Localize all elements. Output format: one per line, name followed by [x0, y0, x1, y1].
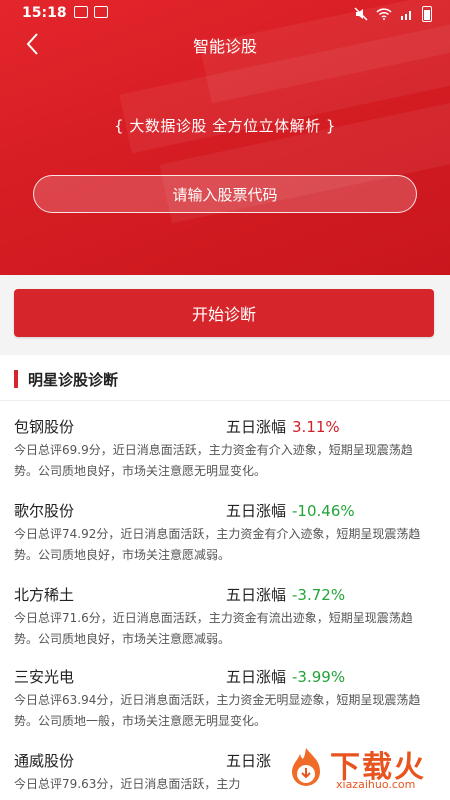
change-label: 五日涨幅 -10.46% — [226, 500, 355, 521]
flame-logo-icon — [292, 748, 320, 786]
status-bar: 15:18 — [0, 0, 450, 28]
wifi-icon — [376, 8, 392, 20]
watermark-url: xiazaihuo.com — [336, 778, 416, 791]
change-value: -10.46% — [292, 502, 355, 520]
change-label: 五日涨幅 3.11% — [226, 416, 340, 437]
section-title: 明星诊股诊断 — [28, 370, 119, 389]
start-diagnosis-button[interactable]: 开始诊断 — [14, 289, 434, 337]
section-header: 明星诊股诊断 — [14, 368, 118, 390]
change-value: -3.99% — [292, 668, 346, 686]
change-label-text: 五日涨幅 — [226, 418, 287, 436]
battery-icon — [422, 6, 432, 22]
section-accent-bar — [14, 370, 18, 388]
status-time: 15:18 — [22, 5, 67, 21]
image-icon — [74, 6, 88, 18]
stock-description: 今日总评69.9分，近日消息面活跃，主力资金有介入迹象，短期呈现震荡趋势。公司质… — [14, 443, 413, 478]
stock-name: 北方稀土 — [14, 586, 75, 604]
stock-name: 通威股份 — [14, 752, 75, 770]
signal-icon — [401, 11, 411, 20]
change-value: -3.72% — [292, 586, 346, 604]
change-value: 3.11% — [292, 418, 340, 436]
status-left-icons — [74, 6, 108, 18]
stock-name: 包钢股份 — [14, 418, 75, 436]
change-label-text: 五日涨幅 — [226, 668, 287, 686]
page-title: 智能诊股 — [192, 37, 257, 56]
search-placeholder: 请输入股票代码 — [172, 185, 278, 204]
change-label: 五日涨幅 -3.99% — [226, 666, 345, 687]
change-label: 五日涨 — [226, 750, 277, 771]
tagline: { 大数据诊股 全方位立体解析 } — [114, 117, 336, 135]
stock-description: 今日总评74.92分，近日消息面活跃，主力资金有介入迹象，短期呈现震荡趋势。公司… — [14, 527, 421, 562]
change-label-text: 五日涨幅 — [226, 586, 287, 604]
change-label-text: 五日涨 — [226, 752, 272, 770]
stock-name: 歌尔股份 — [14, 502, 75, 520]
divider — [0, 400, 450, 401]
stock-name: 三安光电 — [14, 668, 75, 686]
app-notification-icon — [94, 6, 108, 18]
stock-description: 今日总评63.94分，近日消息面活跃，主力资金无明显迹象，短期呈现震荡趋势。公司… — [14, 693, 421, 728]
change-label-text: 五日涨幅 — [226, 502, 287, 520]
stock-code-input[interactable]: 请输入股票代码 — [33, 175, 417, 213]
change-label: 五日涨幅 -3.72% — [226, 584, 345, 605]
watermark: 下载火 xiazaihuo.com — [284, 740, 444, 796]
stock-description: 今日总评71.6分，近日消息面活跃，主力资金有流出迹象，短期呈现震荡趋势。公司质… — [14, 611, 413, 646]
mute-icon — [354, 7, 368, 21]
status-right-icons — [354, 6, 432, 22]
